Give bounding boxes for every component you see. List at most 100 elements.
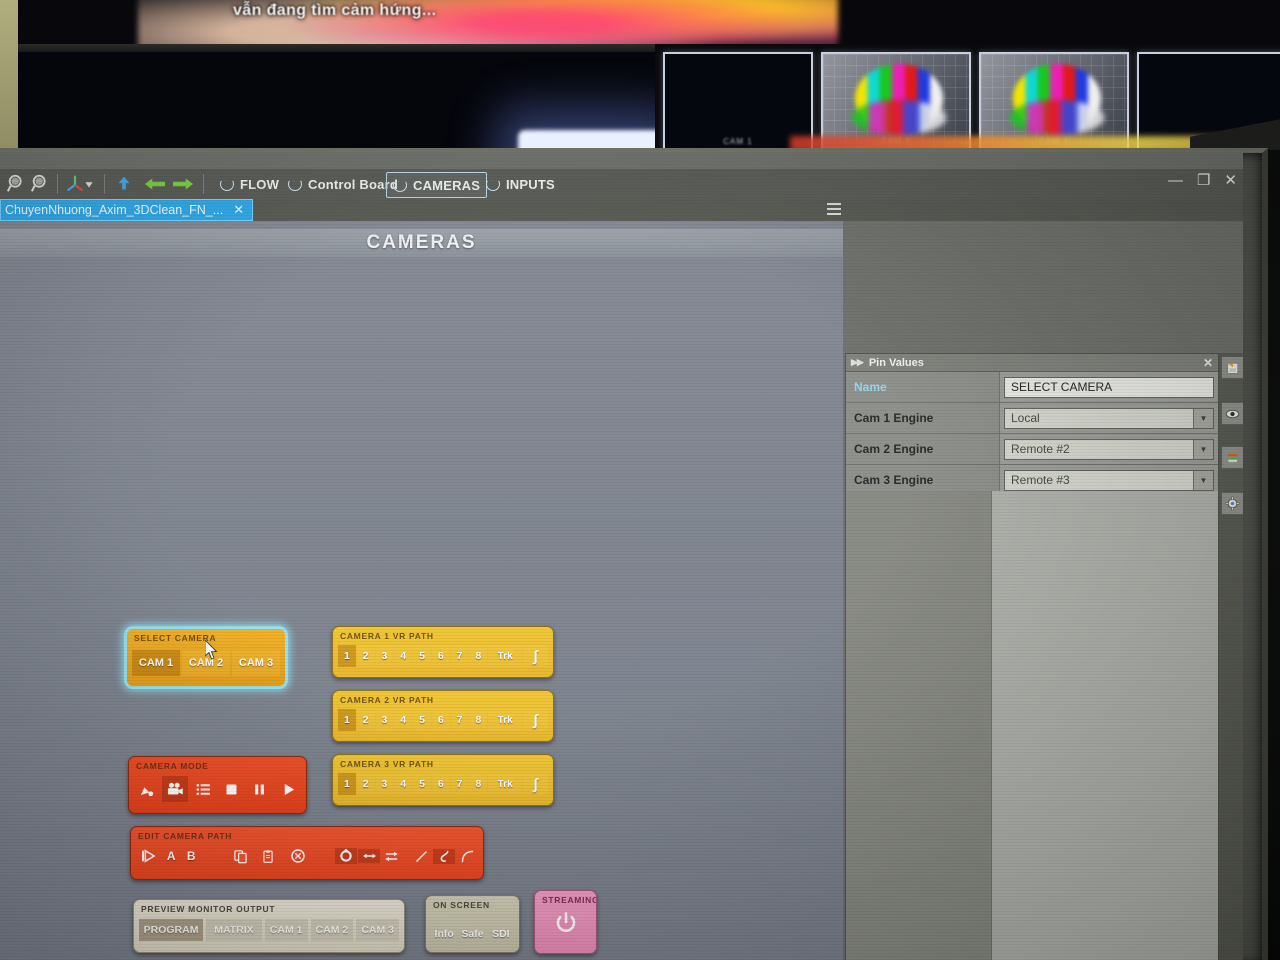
preview-cam-2-button[interactable]: CAM 2 xyxy=(310,919,354,941)
document-tab[interactable]: ChuyenNhuong_Axim_3DClean_FN_... ✕ xyxy=(0,199,254,221)
cam3-engine-select[interactable]: Remote #3 ▼ xyxy=(1004,469,1214,491)
streaming-power-icon[interactable] xyxy=(551,909,581,937)
vr3-s-curve-icon[interactable]: ∫ xyxy=(523,773,548,795)
vr3-preset-1[interactable]: 1 xyxy=(338,773,356,795)
zoom-out-icon[interactable] xyxy=(6,173,28,195)
cam1-engine-value: Local xyxy=(1011,411,1040,425)
vr2-preset-7[interactable]: 7 xyxy=(450,709,469,731)
edit-path-straight-line-icon[interactable] xyxy=(411,849,433,864)
edit-path-s-curve-icon[interactable] xyxy=(433,848,456,864)
vr1-track-button[interactable]: Trk xyxy=(488,645,523,667)
camera-mode-list-icon[interactable] xyxy=(191,776,216,802)
camera-mode-play-icon[interactable] xyxy=(276,776,301,802)
camera-mode-pause-icon[interactable] xyxy=(247,776,272,802)
tv-caption-text: vẫn đang tìm cảm hứng... xyxy=(233,2,437,19)
chevron-down-icon[interactable]: ▼ xyxy=(1193,408,1213,428)
vr3-preset-3[interactable]: 3 xyxy=(375,773,394,795)
vr3-preset-5[interactable]: 5 xyxy=(413,773,431,795)
preview-matrix-button[interactable]: MATRIX xyxy=(206,919,262,941)
vr2-preset-8[interactable]: 8 xyxy=(469,709,488,731)
chevron-down-icon[interactable]: ▼ xyxy=(1193,470,1213,490)
edit-path-play-button[interactable] xyxy=(136,848,161,864)
vr1-s-curve-icon[interactable]: ∫ xyxy=(523,645,548,667)
preview-cam-3-button[interactable]: CAM 3 xyxy=(356,919,400,941)
vr2-s-curve-icon[interactable]: ∫ xyxy=(523,709,548,731)
document-tab-close-icon[interactable]: ✕ xyxy=(233,202,244,218)
vr2-preset-3[interactable]: 3 xyxy=(375,709,394,731)
cam2-engine-select[interactable]: Remote #2 ▼ xyxy=(1004,438,1214,460)
vr3-preset-7[interactable]: 7 xyxy=(450,773,469,795)
select-camera-title: SELECT CAMERA xyxy=(134,633,217,643)
select-cam-1-button[interactable]: CAM 1 xyxy=(132,650,180,676)
hamburger-icon[interactable] xyxy=(827,203,841,215)
vr1-preset-2[interactable]: 2 xyxy=(356,645,375,667)
camera-mode-panel: CAMERA MODE xyxy=(128,756,307,814)
pin-values-expand-icon[interactable]: ▶▶ xyxy=(851,357,864,368)
vr1-preset-5[interactable]: 5 xyxy=(413,645,431,667)
vr2-track-button[interactable]: Trk xyxy=(488,709,523,731)
preview-cam-1-button[interactable]: CAM 1 xyxy=(264,919,308,941)
camera-3-vr-path-title: CAMERA 3 VR PATH xyxy=(340,759,434,769)
vr3-preset-4[interactable]: 4 xyxy=(394,773,413,795)
pin-row-cam1-engine-key: Cam 1 Engine xyxy=(846,403,1000,433)
edit-path-delete-icon[interactable] xyxy=(287,848,309,864)
chevron-down-icon[interactable] xyxy=(82,173,96,195)
camera-mode-stop-icon[interactable] xyxy=(219,776,244,802)
vr1-preset-4[interactable]: 4 xyxy=(394,645,413,667)
edit-path-point-a[interactable]: A xyxy=(162,849,181,863)
layers-icon[interactable] xyxy=(1221,446,1243,469)
edit-path-loop-icon[interactable] xyxy=(335,848,358,864)
edit-path-swap-arrows-icon[interactable] xyxy=(381,849,403,864)
vr1-preset-1[interactable]: 1 xyxy=(338,645,356,667)
select-cam-3-button[interactable]: CAM 3 xyxy=(232,650,280,676)
cam2-engine-value: Remote #2 xyxy=(1011,442,1070,456)
edit-path-ease-curve-icon[interactable] xyxy=(456,849,478,864)
settings-gear-icon[interactable] xyxy=(1221,492,1243,515)
camera-mode-movie-camera-icon[interactable] xyxy=(162,776,188,802)
vr1-preset-6[interactable]: 6 xyxy=(431,645,450,667)
on-screen-safe-button[interactable]: Safe xyxy=(459,923,485,945)
tab-inputs[interactable]: INPUTS xyxy=(480,172,561,196)
minimize-button[interactable]: — xyxy=(1168,172,1183,189)
vr1-preset-8[interactable]: 8 xyxy=(469,645,488,667)
preview-program-button[interactable]: PROGRAM xyxy=(139,919,204,941)
back-arrow-icon[interactable] xyxy=(142,173,168,195)
pin-row-cam2-engine-key: Cam 2 Engine xyxy=(846,434,1000,464)
tab-flow[interactable]: FLOW xyxy=(214,172,285,196)
top-tv-screen: vẫn đang tìm cảm hứng... xyxy=(18,0,1280,46)
vr3-preset-8[interactable]: 8 xyxy=(469,773,488,795)
vr2-preset-6[interactable]: 6 xyxy=(431,709,450,731)
on-screen-sdi-button[interactable]: SDI xyxy=(488,923,514,945)
edit-path-paste-icon[interactable] xyxy=(257,849,279,864)
vr2-preset-5[interactable]: 5 xyxy=(413,709,431,731)
vr1-preset-3[interactable]: 3 xyxy=(375,645,394,667)
edit-path-two-way-arrow-icon[interactable] xyxy=(358,849,381,863)
edit-path-point-b[interactable]: B xyxy=(182,849,201,863)
vr3-preset-2[interactable]: 2 xyxy=(356,773,375,795)
pin-values-close-icon[interactable]: ✕ xyxy=(1203,356,1213,370)
zoom-in-icon[interactable] xyxy=(30,173,52,195)
vr1-preset-7[interactable]: 7 xyxy=(450,645,469,667)
cam1-engine-select[interactable]: Local ▼ xyxy=(1004,407,1214,429)
name-input[interactable]: SELECT CAMERA xyxy=(1004,376,1214,398)
edit-path-copy-icon[interactable] xyxy=(229,849,251,864)
tab-cameras[interactable]: CAMERAS xyxy=(386,172,488,198)
notes-icon[interactable] xyxy=(1221,356,1243,379)
forward-arrow-icon[interactable] xyxy=(170,173,196,195)
maximize-button[interactable]: ❐ xyxy=(1197,171,1210,189)
close-button[interactable]: ✕ xyxy=(1224,171,1237,189)
pin-values-panel: ▶▶ Pin Values ✕ Name SELECT CAMERA Cam 1… xyxy=(845,353,1219,960)
select-cam-2-button[interactable]: CAM 2 xyxy=(182,650,230,676)
chevron-down-icon[interactable]: ▼ xyxy=(1193,439,1213,459)
vr2-preset-4[interactable]: 4 xyxy=(394,709,413,731)
up-level-icon[interactable] xyxy=(113,173,135,195)
camera-mode-manual-mouse-icon[interactable] xyxy=(134,776,159,802)
vr2-preset-1[interactable]: 1 xyxy=(338,709,356,731)
link-eye-icon[interactable] xyxy=(1221,402,1243,425)
on-screen-title: ON SCREEN xyxy=(433,900,490,910)
on-screen-info-button[interactable]: Info xyxy=(431,923,457,945)
camera-3-vr-path-panel: CAMERA 3 VR PATH 1 2 3 4 5 6 7 8 Trk ∫ xyxy=(332,754,554,806)
vr2-preset-2[interactable]: 2 xyxy=(356,709,375,731)
vr3-preset-6[interactable]: 6 xyxy=(431,773,450,795)
vr3-track-button[interactable]: Trk xyxy=(488,773,523,795)
